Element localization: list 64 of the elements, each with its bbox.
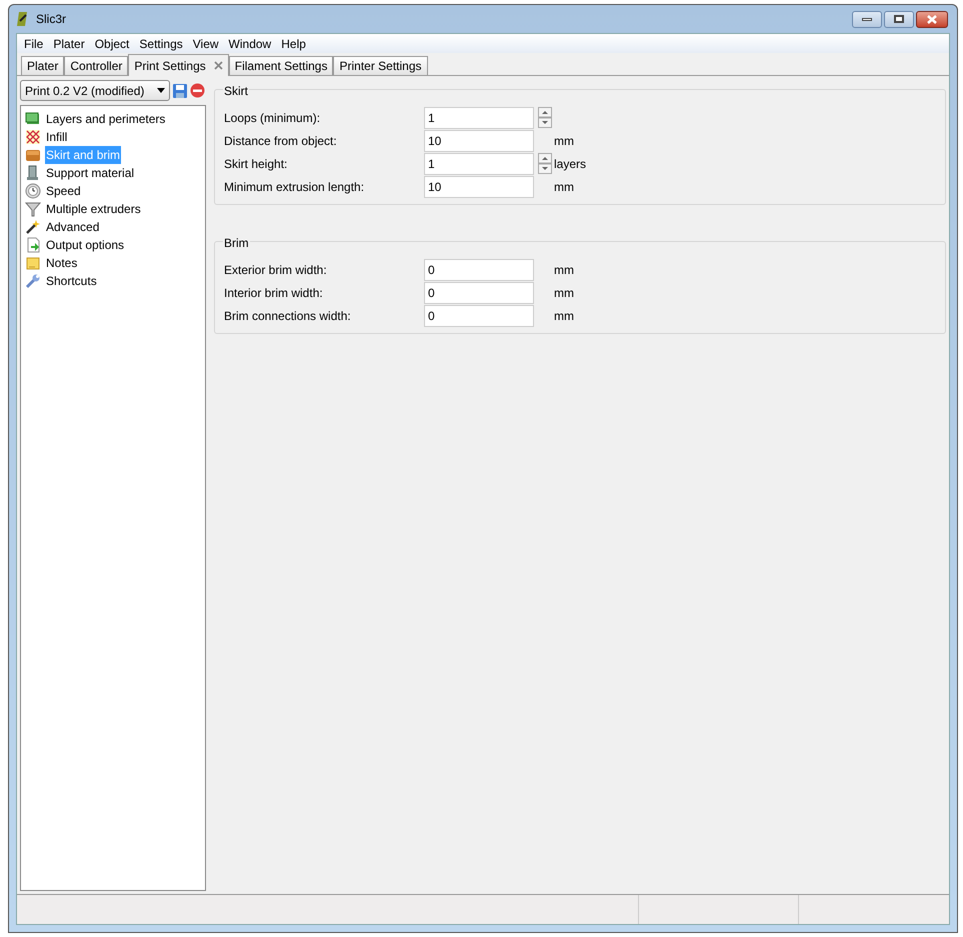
field-label: Skirt height: (224, 156, 288, 172)
maximize-button[interactable] (884, 10, 914, 28)
tower-icon (25, 165, 41, 181)
unit-label: mm (554, 262, 574, 278)
note-icon (25, 255, 41, 271)
close-tab-icon[interactable] (214, 61, 223, 70)
menu-item[interactable]: File (19, 34, 48, 52)
tab[interactable]: Print Settings (128, 54, 229, 76)
page-item[interactable]: Output options (45, 236, 126, 254)
page-item[interactable]: Support material (45, 164, 136, 182)
window-title: Slic3r (36, 11, 66, 28)
funnel-icon (25, 201, 41, 217)
unit-label: layers (554, 156, 586, 172)
tab[interactable]: Printer Settings (333, 56, 428, 75)
save-icon[interactable] (172, 82, 188, 98)
field-label: Brim connections width: (224, 308, 352, 324)
caret-icon (157, 88, 165, 93)
minimize-button[interactable] (852, 10, 882, 28)
page-item[interactable]: Multiple extruders (45, 200, 142, 218)
spin-buttons[interactable] (538, 153, 552, 174)
layers-icon (25, 111, 41, 127)
preset-dropdown[interactable]: Print 0.2 V2 (modified) (20, 80, 170, 101)
page-item[interactable]: Speed (45, 182, 82, 200)
delete-icon[interactable] (190, 83, 205, 98)
box-icon (25, 147, 41, 163)
tab[interactable]: Plater (21, 56, 64, 75)
wrench-icon (25, 273, 41, 289)
field-label: Minimum extrusion length: (224, 178, 366, 196)
wand-icon (25, 219, 41, 235)
tab[interactable]: Controller (64, 56, 128, 75)
menu-item[interactable]: Object (90, 34, 134, 52)
page-item[interactable]: Notes (45, 254, 78, 272)
app-logo-icon (16, 11, 30, 27)
field-label: Loops (minimum): (224, 110, 322, 126)
page-item[interactable]: Advanced (45, 218, 100, 236)
document-arrow-icon (25, 237, 41, 253)
page-item[interactable]: Layers and perimeters (45, 110, 166, 128)
field-label: Distance from object: (224, 132, 338, 150)
input-field[interactable]: 0 (424, 304, 534, 326)
unit-label: mm (554, 308, 574, 324)
menu-item[interactable]: Settings (134, 34, 188, 52)
input-field[interactable]: 1 (424, 106, 534, 128)
input-field[interactable]: 10 (424, 130, 534, 152)
input-field[interactable]: 0 (424, 282, 534, 304)
unit-label: mm (554, 284, 574, 302)
spin-buttons[interactable] (538, 107, 552, 128)
menu-item[interactable]: View (188, 34, 224, 52)
field-label: Interior brim width: (224, 284, 324, 302)
input-field[interactable]: 10 (424, 176, 534, 198)
unit-label: mm (554, 132, 574, 150)
page-item[interactable]: Infill (45, 128, 68, 146)
field-label: Exterior brim width: (224, 262, 328, 278)
close-icon (926, 14, 938, 24)
crossed-square-icon (25, 129, 41, 145)
page-item[interactable]: Shortcuts (45, 272, 98, 290)
menu-item[interactable]: Plater (48, 34, 90, 52)
input-field[interactable]: 1 (424, 152, 534, 174)
input-field[interactable]: 0 (424, 258, 534, 280)
clock-icon (25, 183, 41, 199)
menu-item[interactable]: Window (224, 34, 276, 52)
tab[interactable]: Filament Settings (228, 56, 334, 75)
menu-item[interactable]: Help (276, 34, 311, 52)
unit-label: mm (554, 178, 574, 196)
close-button[interactable] (916, 10, 948, 28)
